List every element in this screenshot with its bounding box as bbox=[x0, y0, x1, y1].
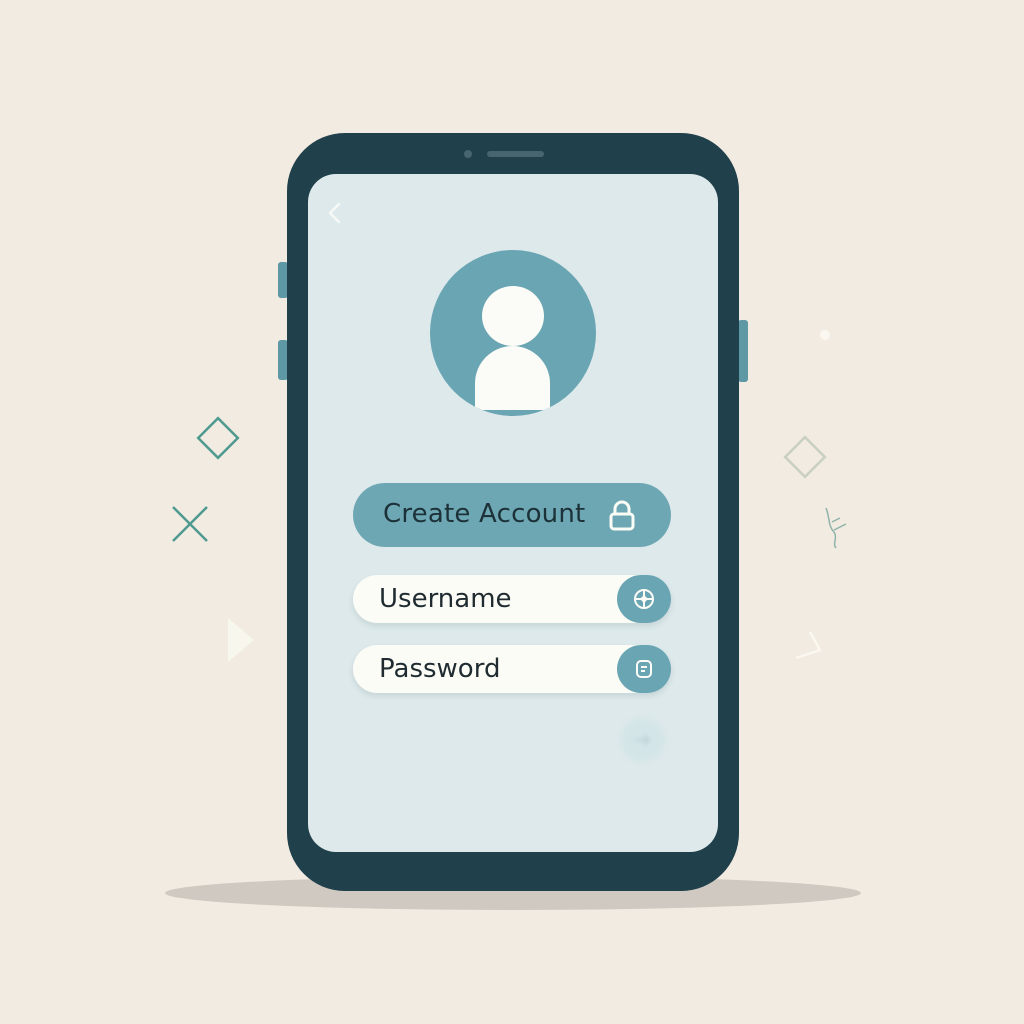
diamond-outline-left bbox=[196, 416, 240, 460]
phone-frame: Create Account Username Password bbox=[287, 133, 739, 891]
phone-screen: Create Account Username Password bbox=[308, 174, 718, 852]
key-icon bbox=[636, 660, 652, 678]
corner-mark-right bbox=[795, 631, 822, 660]
lock-icon bbox=[609, 500, 635, 531]
create-account-button[interactable]: Create Account bbox=[353, 483, 671, 547]
chevron-left-icon bbox=[328, 202, 341, 224]
diamond-outline-right bbox=[783, 435, 827, 479]
avatar-body bbox=[475, 346, 550, 410]
sparkle-right bbox=[825, 507, 847, 549]
back-button[interactable] bbox=[320, 198, 350, 228]
create-account-label: Create Account bbox=[383, 499, 586, 529]
user-avatar bbox=[430, 250, 596, 416]
password-input-text: Password bbox=[379, 654, 501, 684]
front-camera bbox=[464, 150, 472, 158]
avatar-head bbox=[482, 286, 544, 346]
password-field[interactable]: Password bbox=[353, 645, 671, 693]
arrow-icon bbox=[635, 734, 651, 746]
username-field[interactable]: Username bbox=[353, 575, 671, 623]
illustration-stage: Create Account Username Password bbox=[0, 0, 1024, 1024]
cross-mark-left bbox=[172, 506, 208, 542]
username-input-text: Username bbox=[379, 584, 512, 614]
faded-action-button[interactable] bbox=[621, 718, 665, 762]
globe-icon bbox=[634, 589, 654, 609]
password-field-button[interactable] bbox=[617, 645, 671, 693]
dot-right bbox=[820, 330, 830, 340]
username-field-button[interactable] bbox=[617, 575, 671, 623]
phone-power-button bbox=[738, 320, 748, 382]
triangle-shape-left bbox=[228, 618, 254, 662]
earpiece-speaker bbox=[487, 151, 544, 157]
